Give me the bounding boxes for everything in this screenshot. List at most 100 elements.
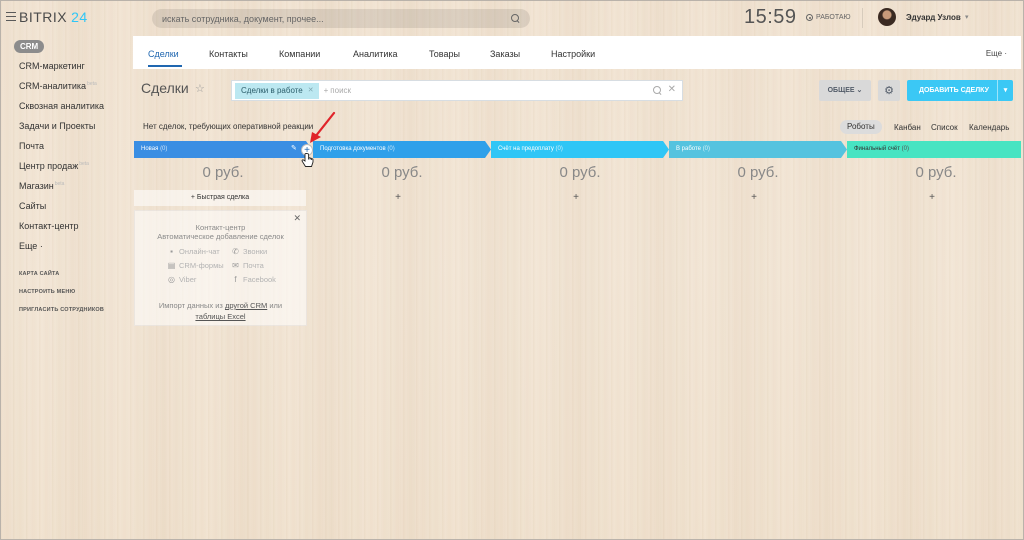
sidebar-item-mail[interactable]: Почта — [19, 141, 44, 151]
add-deal-plus-icon[interactable]: + — [309, 192, 487, 203]
sidebar-item-crm[interactable]: CRM — [14, 40, 45, 53]
contact-center-card: ✕ Контакт-центр Автоматическое добавлени… — [134, 210, 307, 326]
sidebar-item-shop[interactable]: Магазинbeta — [19, 181, 64, 191]
sidebar-item-label: Почта — [19, 141, 44, 151]
sitemap-link[interactable]: КАРТА САЙТА — [19, 271, 59, 277]
import-other-crm-link[interactable]: другой CRM — [225, 301, 267, 310]
sidebar-item-crm-marketing[interactable]: CRM-маркетинг — [19, 61, 85, 71]
sidebar-item-crm-analytics[interactable]: CRM-аналитикаbeta — [19, 81, 97, 91]
beta-badge: beta — [87, 81, 97, 87]
import-text-mid: или — [269, 301, 283, 310]
global-search-input[interactable] — [162, 13, 511, 24]
stage-sum: 0 руб. — [381, 164, 423, 181]
stage-4[interactable]: Финальный счёт (0) — [847, 141, 1021, 158]
stage-label: Новая (0) — [141, 141, 167, 158]
link-label: Звонки — [243, 247, 268, 256]
phone-icon: ✆ — [232, 247, 239, 256]
viber-icon: ◎ — [168, 275, 175, 284]
mail-icon: ✉ — [232, 261, 239, 270]
tab-more[interactable]: Еще · — [986, 49, 1007, 58]
stage-sum: 0 руб. — [737, 164, 779, 181]
star-icon[interactable]: ☆ — [195, 82, 205, 95]
search-icon[interactable] — [511, 14, 520, 23]
tab-products[interactable]: Товары — [429, 49, 460, 59]
avatar[interactable] — [878, 8, 896, 26]
contact-center-subtitle: Автоматическое добавление сделок — [157, 232, 284, 241]
filter-search: Сделки в работе ✕ + ✕ — [231, 80, 683, 101]
add-deal-plus-icon[interactable]: + — [843, 192, 1021, 203]
sidebar-item-contact-center[interactable]: Контакт-центр — [19, 221, 79, 231]
add-deal-plus-icon[interactable]: + — [487, 192, 665, 203]
stage-3[interactable]: В работе (0) — [669, 141, 847, 158]
view-list[interactable]: Список — [931, 123, 958, 132]
chevron-down-icon[interactable]: ▾ — [965, 13, 969, 21]
tab-deals[interactable]: Сделки — [148, 49, 179, 59]
configure-menu-link[interactable]: НАСТРОИТЬ МЕНЮ — [19, 289, 75, 295]
general-button[interactable]: ОБЩЕЕ ⌄ — [819, 80, 871, 101]
quick-deal-label: Быстрая сделка — [196, 194, 250, 201]
sidebar-item-tasks[interactable]: Задачи и Проекты — [19, 121, 95, 131]
facebook-icon: f — [234, 275, 237, 284]
view-kanban[interactable]: Канбан — [894, 123, 921, 132]
beta-badge: beta — [54, 181, 65, 187]
import-excel-link[interactable]: таблицы Excel — [195, 312, 245, 321]
user-name[interactable]: Эдуард Узлов — [906, 13, 961, 22]
sidebar-item-more[interactable]: Еще · — [19, 241, 43, 251]
calls-link[interactable]: ✆ Звонки — [231, 247, 267, 256]
add-filter-plus[interactable]: + — [324, 86, 329, 95]
logo-number: 24 — [71, 9, 88, 25]
online-chat-link[interactable]: ▪ Онлайн-чат — [167, 247, 220, 256]
chevron-down-icon[interactable]: ▾ — [997, 80, 1013, 101]
status-label: РАБОТАЮ — [816, 14, 851, 21]
stage-2[interactable]: Счёт на предоплату (0) — [491, 141, 669, 158]
tab-orders[interactable]: Заказы — [490, 49, 520, 59]
view-calendar[interactable]: Календарь — [969, 123, 1009, 132]
link-label: Facebook — [243, 275, 276, 284]
sidebar-item-end-to-end-analytics[interactable]: Сквозная аналитика — [19, 101, 104, 111]
mail-link[interactable]: ✉ Почта — [231, 261, 264, 270]
sidebar-item-label: CRM-маркетинг — [19, 61, 85, 71]
sidebar-item-label: Магазин — [19, 181, 54, 191]
clock[interactable]: 15:59 — [744, 6, 797, 29]
active-tab-indicator — [148, 65, 182, 67]
filter-chip[interactable]: Сделки в работе ✕ — [235, 82, 319, 99]
beta-badge: beta — [79, 161, 89, 167]
sidebar-item-sites[interactable]: Сайты — [19, 201, 46, 211]
menu-burger-icon[interactable] — [6, 12, 16, 21]
crm-tabs: Сделки Контакты Компании Аналитика Товар… — [133, 36, 1021, 69]
sidebar-item-sales-center[interactable]: Центр продажbeta — [19, 161, 89, 171]
quick-deal-button[interactable]: + Быстрая сделка — [134, 190, 306, 206]
link-label: Почта — [243, 261, 264, 270]
invite-users-link[interactable]: ПРИГЛАСИТЬ СОТРУДНИКОВ — [19, 307, 104, 313]
search-icon[interactable] — [653, 86, 662, 95]
work-status[interactable]: РАБОТАЮ — [806, 14, 851, 21]
pencil-icon[interactable]: ✎ — [291, 144, 297, 152]
stage-sum: 0 руб. — [915, 164, 957, 181]
view-robots[interactable]: Роботы — [840, 120, 882, 134]
stage-0[interactable]: Новая (0) — [134, 141, 312, 158]
general-button-label: ОБЩЕЕ — [827, 87, 855, 94]
gear-icon[interactable]: ⚙ — [878, 80, 900, 101]
tab-contacts[interactable]: Контакты — [209, 49, 248, 59]
facebook-link[interactable]: f Facebook — [231, 275, 276, 284]
stage-count: (0) — [901, 146, 909, 152]
tab-companies[interactable]: Компании — [279, 49, 320, 59]
add-deal-plus-icon[interactable]: + — [665, 192, 843, 203]
stage-name: В работе — [676, 146, 702, 152]
chevron-down-icon: ⌄ — [856, 87, 863, 94]
sidebar-item-label: CRM-аналитика — [19, 81, 87, 91]
add-deal-button[interactable]: ДОБАВИТЬ СДЕЛКУ ▾ — [907, 80, 1013, 101]
viber-link[interactable]: ◎ Viber — [167, 275, 196, 284]
close-icon[interactable]: ✕ — [308, 83, 314, 99]
bitrix-logo[interactable]: BITRIX 24 — [19, 9, 88, 25]
hand-cursor-icon — [301, 153, 314, 167]
import-text: Импорт данных из другой CRM или таблицы … — [135, 300, 306, 322]
filter-search-input[interactable] — [330, 86, 631, 95]
red-arrow-annotation — [310, 111, 336, 143]
clear-icon[interactable]: ✕ — [668, 84, 676, 95]
tab-analytics[interactable]: Аналитика — [353, 49, 398, 59]
stage-label: В работе (0) — [676, 141, 710, 158]
tab-settings[interactable]: Настройки — [551, 49, 595, 59]
chat-icon: ▪ — [170, 247, 173, 256]
crm-forms-link[interactable]: ▤ CRM-формы — [167, 261, 224, 270]
